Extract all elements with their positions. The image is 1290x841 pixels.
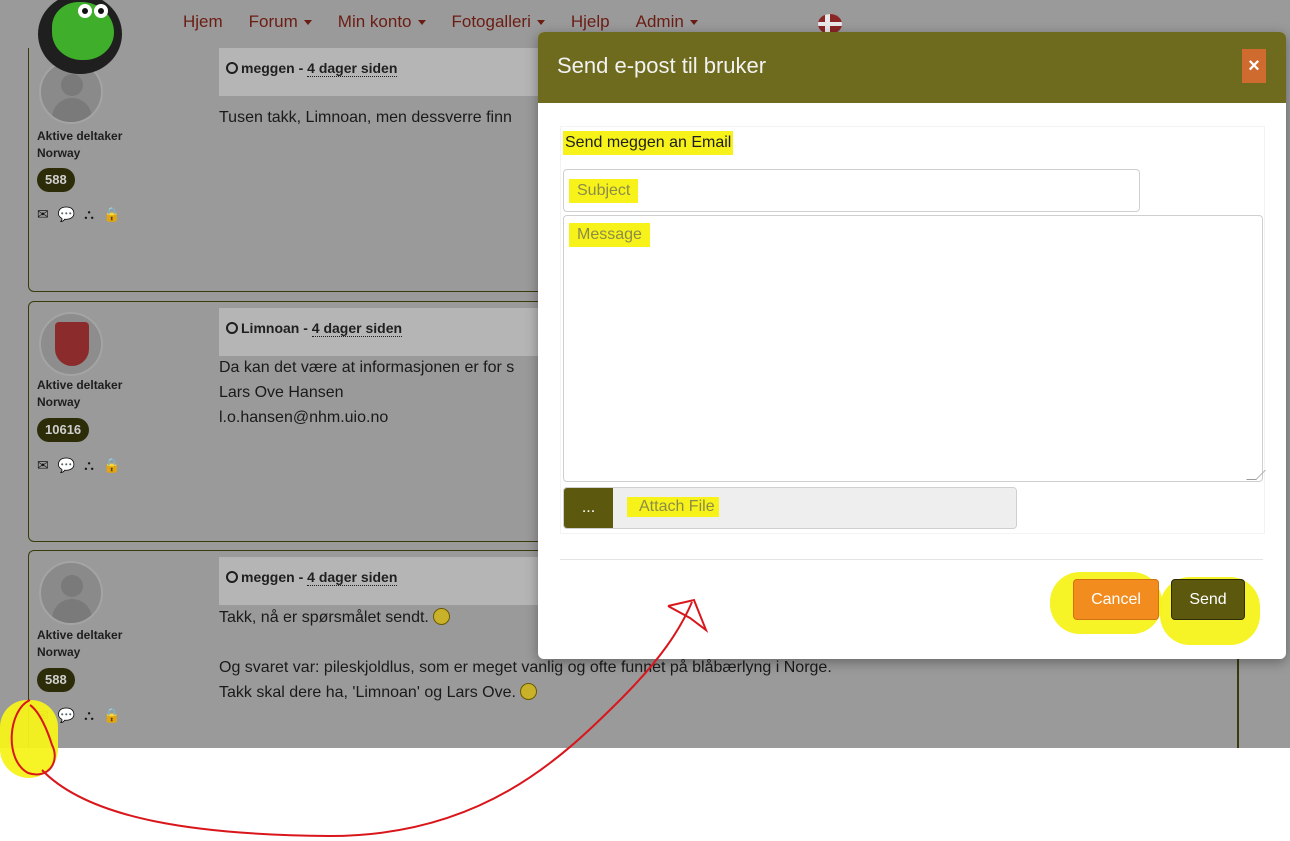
caret-down-icon xyxy=(303,20,312,26)
message-textarea[interactable] xyxy=(563,215,1263,482)
nav-hjelp[interactable]: Hjelp xyxy=(558,12,623,32)
user-rank: Aktive deltaker Norway xyxy=(37,129,123,160)
sitemap-icon[interactable]: ⛬ xyxy=(84,206,94,223)
smiley-icon xyxy=(432,608,450,625)
send-email-modal: Send e-post til bruker × Send meggen an … xyxy=(538,32,1286,659)
post-header: meggen - 4 dager siden xyxy=(219,48,539,96)
caret-down-icon xyxy=(536,20,545,26)
close-button[interactable]: × xyxy=(1242,49,1266,83)
comments-icon[interactable]: 💬 xyxy=(58,707,75,724)
post-count-badge: 588 xyxy=(37,168,75,192)
post-header: meggen - 4 dager siden xyxy=(219,557,539,605)
post-count-badge: 588 xyxy=(37,668,75,692)
comments-icon[interactable]: 💬 xyxy=(58,206,75,223)
envelope-icon[interactable]: ✉ xyxy=(37,206,49,223)
clock-icon xyxy=(226,571,238,583)
browse-button[interactable]: ... xyxy=(564,488,613,528)
avatar[interactable] xyxy=(39,312,103,376)
post-author[interactable]: meggen xyxy=(241,569,295,585)
attach-file-group: ... Attach File xyxy=(563,487,1017,529)
user-rank: Aktive deltaker Norway xyxy=(37,628,123,659)
post-body: Tusen takk, Limnoan, men dessverre finn xyxy=(219,109,512,126)
lock-icon[interactable]: 🔒 xyxy=(103,206,120,223)
modal-header: Send e-post til bruker × xyxy=(538,32,1286,103)
shield-icon xyxy=(55,322,89,366)
post-time[interactable]: 4 dager siden xyxy=(311,320,403,337)
user-actions: ✉ 💬 ⛬ 🔒 xyxy=(37,206,120,223)
post-author[interactable]: meggen xyxy=(241,60,295,76)
user-actions: ✉ 💬 ⛬ 🔒 xyxy=(37,457,120,474)
comments-icon[interactable]: 💬 xyxy=(58,457,75,474)
sitemap-icon[interactable]: ⛬ xyxy=(84,707,94,724)
highlight-marker xyxy=(0,700,58,778)
sitemap-icon[interactable]: ⛬ xyxy=(84,457,94,474)
attach-file-input[interactable]: Attach File xyxy=(613,488,1016,528)
send-button[interactable]: Send xyxy=(1171,579,1245,620)
subject-input[interactable] xyxy=(563,169,1140,212)
post-header: Limnoan - 4 dager siden xyxy=(219,308,539,356)
cancel-button[interactable]: Cancel xyxy=(1073,579,1159,620)
user-rank: Aktive deltaker Norway xyxy=(37,378,123,409)
form-label: Send meggen an Email xyxy=(563,131,734,155)
nav-fotogalleri[interactable]: Fotogalleri xyxy=(439,12,558,32)
avatar[interactable] xyxy=(39,561,103,625)
email-form: Send meggen an Email Subject Message ...… xyxy=(560,126,1266,534)
post-count-badge: 10616 xyxy=(37,418,90,442)
lock-icon[interactable]: 🔒 xyxy=(103,457,120,474)
nav-forum[interactable]: Forum xyxy=(236,12,325,32)
modal-divider xyxy=(560,559,1263,560)
envelope-icon[interactable]: ✉ xyxy=(37,457,49,474)
nav-hjem[interactable]: Hjem xyxy=(170,12,236,32)
post-author[interactable]: Limnoan xyxy=(241,320,299,336)
norway-flag-icon[interactable] xyxy=(818,14,842,34)
smiley-icon xyxy=(519,683,537,700)
clock-icon xyxy=(226,62,238,74)
caret-down-icon xyxy=(417,20,426,26)
modal-title: Send e-post til bruker xyxy=(557,53,767,78)
nav-admin[interactable]: Admin xyxy=(623,12,711,32)
lock-icon[interactable]: 🔒 xyxy=(103,707,120,724)
attach-placeholder: Attach File xyxy=(627,497,719,517)
clock-icon xyxy=(226,322,238,334)
caret-down-icon xyxy=(689,20,698,26)
nav-min-konto[interactable]: Min konto xyxy=(325,12,439,32)
post-time[interactable]: 4 dager siden xyxy=(307,60,398,77)
post-time[interactable]: 4 dager siden xyxy=(307,569,398,586)
post-body: Da kan det være at informasjonen er for … xyxy=(219,359,515,426)
